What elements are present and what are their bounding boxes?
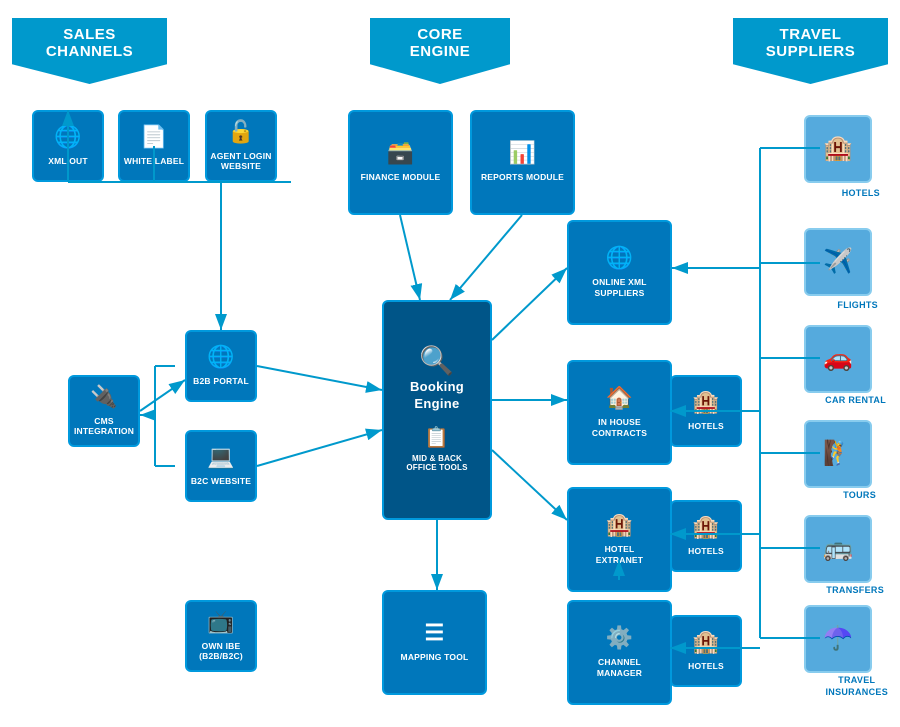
hotels-supplier-icon: 🏨: [823, 134, 853, 163]
mid-back-icon: 📋: [424, 425, 449, 450]
hotels-connector3-box: 🏨 HOTELS: [670, 615, 742, 687]
white-label-box: 📄 WHITE LABEL: [118, 110, 190, 182]
in-house-label: IN HOUSECONTRACTS: [592, 417, 647, 437]
travel-ins-icon: ☂️: [823, 624, 853, 653]
online-xml-label: ONLINE XMLSUPPLIERS: [592, 277, 646, 297]
channel-manager-label: CHANNELMANAGER: [597, 657, 642, 677]
travel-ins-label: TRAVELINSURANCES: [825, 675, 888, 698]
booking-engine-box: 🔍 BookingEngine 📋 MID & BACKOFFICE TOOLS: [382, 300, 492, 520]
hotels-c3-icon: 🏨: [692, 631, 720, 653]
hotels-connector1-box: 🏨 HOTELS: [670, 375, 742, 447]
b2c-website-box: 💻 B2C WEBSITE: [185, 430, 257, 502]
transfers-box: 🚌: [804, 515, 872, 583]
hotel-extranet-icon: 🏨: [606, 514, 634, 536]
hotel-extranet-label: HOTELEXTRANET: [596, 544, 643, 564]
hotels-supplier-box: 🏨: [804, 115, 872, 183]
ibe-icon: 📺: [207, 611, 235, 633]
reports-icon: 📊: [509, 142, 537, 164]
car-rental-label: CAR RENTAL: [825, 395, 886, 407]
ibe-label: OWN IBE(B2B/B2C): [199, 641, 243, 661]
hotels-c3-label: HOTELS: [688, 661, 724, 671]
mapping-icon: ☰: [424, 622, 444, 644]
reports-box: 📊 REPORTS MODULE: [470, 110, 575, 215]
cms-box: 🔌 CMSINTEGRATION: [68, 375, 140, 447]
b2c-icon: 💻: [207, 446, 235, 468]
b2c-label: B2C WEBSITE: [191, 476, 251, 486]
mapping-box: ☰ MAPPING TOOL: [382, 590, 487, 695]
in-house-box: 🏠 IN HOUSECONTRACTS: [567, 360, 672, 465]
b2b-icon: 🌐: [207, 346, 235, 368]
hotels-supplier-label: HOTELS: [842, 188, 880, 200]
reports-label: REPORTS MODULE: [481, 172, 564, 182]
agent-login-icon: 🔓: [227, 121, 255, 143]
banner-travel: TRAVEL SUPPLIERS: [733, 18, 888, 84]
in-house-icon: 🏠: [606, 387, 634, 409]
transfers-label: TRANSFERS: [826, 585, 884, 597]
channel-manager-box: ⚙️ CHANNELMANAGER: [567, 600, 672, 705]
online-xml-icon: 🌐: [606, 247, 634, 269]
flights-supplier-icon: ✈️: [823, 247, 853, 276]
agent-login-label: AGENT LOGINWEBSITE: [210, 151, 271, 171]
travel-ins-box: ☂️: [804, 605, 872, 673]
booking-engine-label: BookingEngine: [410, 379, 464, 413]
finance-icon: 🗃️: [387, 142, 415, 164]
banner-core: CORE ENGINE: [370, 18, 510, 84]
flights-supplier-box: ✈️: [804, 228, 872, 296]
online-xml-box: 🌐 ONLINE XMLSUPPLIERS: [567, 220, 672, 325]
hotels-c1-icon: 🏨: [692, 391, 720, 413]
channel-manager-icon: ⚙️: [606, 627, 634, 649]
hotels-connector2-box: 🏨 HOTELS: [670, 500, 742, 572]
own-ibe-box: 📺 OWN IBE(B2B/B2C): [185, 600, 257, 672]
finance-label: FINANCE MODULE: [361, 172, 441, 182]
white-label-icon: 📄: [140, 126, 168, 148]
white-label-label: WHITE LABEL: [124, 156, 184, 166]
agent-login-box: 🔓 AGENT LOGINWEBSITE: [205, 110, 277, 182]
cms-label: CMSINTEGRATION: [74, 416, 134, 436]
tours-label: TOURS: [843, 490, 876, 502]
hotel-extranet-box: 🏨 HOTELEXTRANET: [567, 487, 672, 592]
b2b-label: B2B PORTAL: [193, 376, 249, 386]
finance-box: 🗃️ FINANCE MODULE: [348, 110, 453, 215]
banner-sales: SALES CHANNELS: [12, 18, 167, 84]
tours-icon: 🧗: [823, 439, 853, 468]
xml-out-label: XML OUT: [48, 156, 88, 166]
car-rental-icon: 🚗: [823, 344, 853, 373]
cms-icon: 🔌: [90, 386, 118, 408]
hotels-c1-label: HOTELS: [688, 421, 724, 431]
hotels-c2-label: HOTELS: [688, 546, 724, 556]
mapping-label: MAPPING TOOL: [401, 652, 469, 662]
booking-engine-icon: 🔍: [419, 347, 454, 375]
hotels-c2-icon: 🏨: [692, 516, 720, 538]
car-rental-box: 🚗: [804, 325, 872, 393]
b2b-portal-box: 🌐 B2B PORTAL: [185, 330, 257, 402]
xml-icon: 🌐: [54, 126, 82, 148]
flights-supplier-label: FLIGHTS: [837, 300, 878, 312]
tours-box: 🧗: [804, 420, 872, 488]
transfers-icon: 🚌: [823, 534, 853, 563]
xml-out-box: 🌐 XML OUT: [32, 110, 104, 182]
mid-back-label: MID & BACKOFFICE TOOLS: [406, 454, 467, 473]
diagram: SALES CHANNELS CORE ENGINE TRAVEL SUPPLI…: [0, 0, 900, 727]
